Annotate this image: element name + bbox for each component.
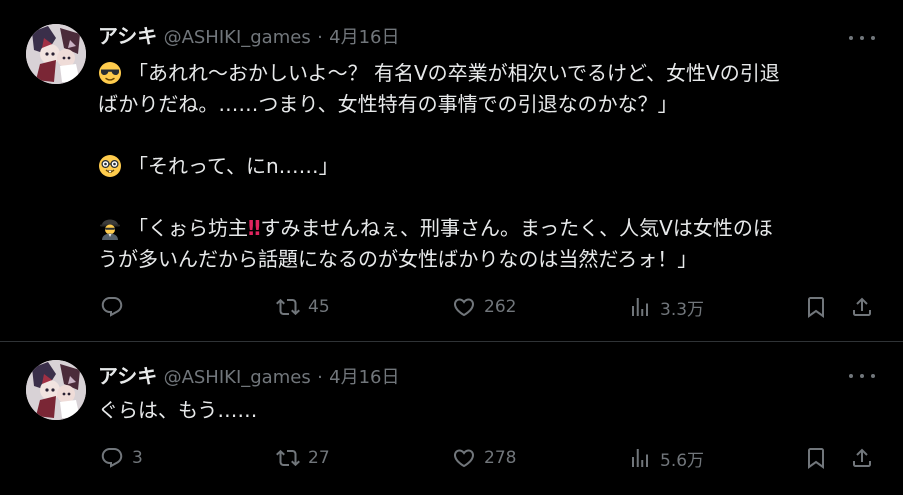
text-line: 「それって、にn……」 bbox=[98, 151, 883, 182]
author-handle[interactable]: @ASHIKI_games bbox=[164, 27, 311, 48]
sunglasses-face-emoji bbox=[98, 61, 122, 85]
more-options-icon[interactable] bbox=[849, 366, 875, 386]
reply-button[interactable] bbox=[100, 292, 132, 322]
reply-icon bbox=[100, 446, 124, 470]
bookmark-button[interactable] bbox=[804, 443, 828, 473]
text-line-3: 「それって、にn……」 bbox=[128, 154, 339, 178]
like-count: 278 bbox=[484, 448, 517, 468]
tweet[interactable]: アシキ @ASHIKI_games · 4月16日 ぐらは、もう…… 3 27 … bbox=[0, 342, 903, 495]
views-count: 3.3万 bbox=[660, 299, 705, 320]
retweet-button[interactable]: 27 bbox=[276, 443, 330, 473]
retweet-count: 45 bbox=[308, 297, 330, 317]
like-count: 262 bbox=[484, 297, 517, 317]
author-handle[interactable]: @ASHIKI_games bbox=[164, 367, 311, 388]
double-exclamation-emoji: ‼ bbox=[248, 216, 261, 240]
heart-icon bbox=[452, 295, 476, 319]
nerd-face-emoji bbox=[98, 154, 122, 178]
tweet-header: アシキ @ASHIKI_games · 4月16日 bbox=[98, 362, 400, 392]
heart-icon bbox=[452, 446, 476, 470]
avatar[interactable] bbox=[26, 24, 86, 84]
tweet-date[interactable]: 4月16日 bbox=[329, 367, 399, 388]
author-name[interactable]: アシキ bbox=[98, 364, 157, 388]
share-icon bbox=[850, 446, 874, 470]
retweet-button[interactable]: 45 bbox=[276, 292, 330, 322]
tweet[interactable]: アシキ @ASHIKI_games · 4月16日 「あれれ～おかしいよ～？ 有… bbox=[0, 0, 903, 342]
more-options-icon[interactable] bbox=[849, 28, 875, 48]
reply-count: 3 bbox=[132, 448, 143, 468]
text-line-1: 「あれれ～おかしいよ～？ 有名Vの卒業が相次いでるけど、女性Vの引退 bbox=[128, 61, 780, 85]
text-line: 「くぉら坊主‼すみませんねぇ、刑事さん。まったく、人気Vは女性のほ bbox=[98, 213, 883, 244]
views-button[interactable]: 5.6万 bbox=[628, 443, 704, 473]
views-icon bbox=[628, 295, 652, 319]
reply-icon bbox=[100, 295, 124, 319]
like-button[interactable]: 278 bbox=[452, 443, 516, 473]
separator: · bbox=[317, 27, 323, 48]
tweet-text: ぐらは、もう…… bbox=[98, 395, 883, 426]
share-icon bbox=[850, 295, 874, 319]
separator: · bbox=[317, 367, 323, 388]
tweet-actions: 3 27 278 5.6万 bbox=[98, 443, 878, 473]
share-button[interactable] bbox=[850, 443, 874, 473]
avatar[interactable] bbox=[26, 360, 86, 420]
text-line-2: ばかりだね。……つまり、女性特有の事情での引退なのかな？」 bbox=[98, 92, 678, 116]
retweet-icon bbox=[276, 446, 300, 470]
author-name[interactable]: アシキ bbox=[98, 24, 157, 48]
views-count: 5.6万 bbox=[660, 450, 705, 471]
views-button[interactable]: 3.3万 bbox=[628, 292, 704, 322]
like-button[interactable]: 262 bbox=[452, 292, 516, 322]
retweet-count: 27 bbox=[308, 448, 330, 468]
text-line-1: ぐらは、もう…… bbox=[98, 398, 258, 422]
text-line: 「あれれ～おかしいよ～？ 有名Vの卒業が相次いでるけど、女性Vの引退 bbox=[98, 58, 883, 89]
text-line-4a: 「くぉら坊主 bbox=[128, 216, 248, 240]
text-line-4b: すみませんねぇ、刑事さん。まったく、人気Vは女性のほ bbox=[260, 216, 773, 240]
share-button[interactable] bbox=[850, 292, 874, 322]
tweet-header: アシキ @ASHIKI_games · 4月16日 bbox=[98, 22, 400, 52]
text-line-5: うが多いんだから話題になるのが女性ばかりなのは当然だろォ！」 bbox=[98, 247, 698, 271]
tweet-text: 「あれれ～おかしいよ～？ 有名Vの卒業が相次いでるけど、女性Vの引退 ばかりだね… bbox=[98, 58, 883, 275]
bookmark-icon bbox=[804, 295, 828, 319]
bookmark-icon bbox=[804, 446, 828, 470]
tweet-date[interactable]: 4月16日 bbox=[329, 27, 399, 48]
reply-button[interactable]: 3 bbox=[100, 443, 143, 473]
tweet-actions: 45 262 3.3万 bbox=[98, 292, 878, 322]
views-icon bbox=[628, 446, 652, 470]
detective-emoji bbox=[98, 216, 122, 240]
retweet-icon bbox=[276, 295, 300, 319]
bookmark-button[interactable] bbox=[804, 292, 828, 322]
